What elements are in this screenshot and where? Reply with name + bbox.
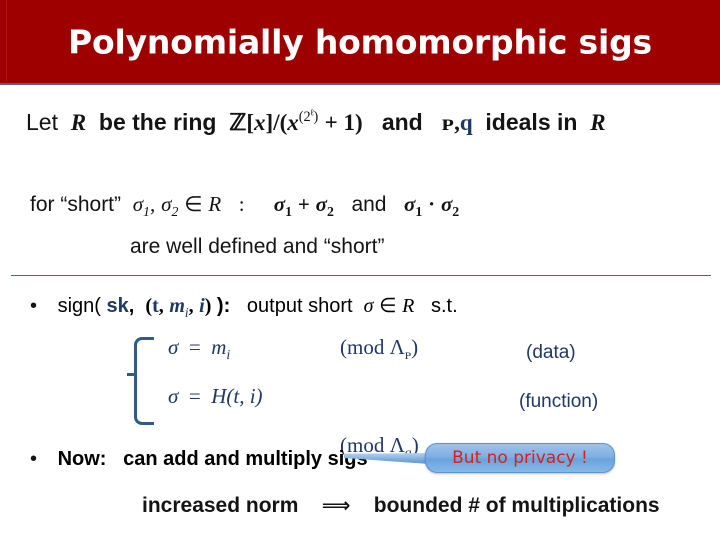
- eq1-equals: =: [188, 335, 201, 359]
- norm-implication-line: increased norm ⟹ bounded # of multiplica…: [142, 493, 660, 518]
- well-defined-line: are well defined and “short”: [130, 235, 385, 258]
- bullet-dot-icon: •: [30, 448, 38, 470]
- line2-sum-sigma2: σ: [315, 192, 327, 216]
- line1-ideal-p: ᴩ: [441, 110, 455, 135]
- privacy-callout-label: But no privacy !: [452, 448, 588, 468]
- bottom-right: bounded # of multiplications: [373, 494, 660, 517]
- line1-bracket-open: [: [246, 110, 255, 135]
- line2-prod-sigma1: σ: [404, 192, 416, 216]
- bullet1-paren-close: ): [204, 295, 212, 317]
- page-title: Polynomially homomorphic sigs: [68, 22, 652, 61]
- bullet2-text: can add and multiply sigs: [123, 448, 368, 470]
- bullet1-close: ):: [216, 295, 231, 317]
- line1-mid: be the ring: [98, 109, 217, 135]
- equation-tag-function: (function): [519, 391, 599, 412]
- line2-sigma1: σ: [132, 192, 144, 216]
- equation-row-function: σ = H(t, i) (mod Λq): [168, 384, 419, 460]
- signature-equations-block: σ = mi (mod Λᴩ) σ = H(t, i) (mod Λq): [127, 335, 594, 460]
- line2-lead: for “short”: [30, 193, 122, 216]
- bullet1-sign-label: sign(: [57, 295, 101, 317]
- left-brace: [134, 337, 154, 425]
- line2-sigma1-sub: 1: [143, 204, 150, 220]
- line2-ring: R: [208, 192, 222, 216]
- bullet1-comma1: ,: [128, 295, 135, 317]
- bullet1-ring: R: [402, 295, 415, 317]
- line2-prod-sigma2-sub: 2: [452, 204, 460, 220]
- line1-poly-var: x: [254, 110, 266, 135]
- line1-exp-close: ): [313, 109, 319, 126]
- line2-sum-sigma1-sub: 1: [285, 204, 292, 220]
- line1-poly-var-2: x: [287, 110, 299, 135]
- short-sigma-line: for “short” σ1, σ2 ∈ R : σ1 + σ2 and σ1 …: [30, 192, 460, 220]
- line2-sum-sigma1: σ: [273, 192, 286, 216]
- eq2-sigma: σ: [168, 384, 179, 408]
- line2-and: and: [351, 193, 387, 216]
- section-divider: [11, 275, 711, 276]
- eq1-mod-close: ): [411, 335, 419, 359]
- line2-dot: ·: [428, 192, 436, 216]
- eq1-modulus: (mod Λᴩ): [340, 335, 419, 362]
- line2-sum-sigma2-sub: 2: [326, 204, 334, 220]
- left-brace-nub: [127, 373, 135, 376]
- ring-definition-line: Let R be the ring ℤ[x]/(x(2ℓ) + 1) and ᴩ…: [26, 108, 606, 136]
- implication-arrow-icon: ⟹: [321, 493, 351, 517]
- bullet1-t: t: [152, 295, 159, 317]
- line1-tail-ring: R: [590, 110, 606, 135]
- bullet1-comma2: ,: [158, 295, 164, 317]
- eq1-rhs: m: [211, 335, 227, 359]
- line1-exponent: (2ℓ): [298, 108, 319, 126]
- eq1-rhs-sub: i: [226, 347, 231, 363]
- bottom-left: increased norm: [142, 494, 299, 517]
- bullet-sign-algorithm: • sign( sk, (t, mi, i) ): output short σ…: [30, 293, 458, 319]
- bullet1-m: m: [169, 295, 185, 317]
- eq1-mod-text: (mod Λ: [340, 335, 405, 359]
- line2-sigma2: σ: [161, 192, 172, 216]
- bullet-now-line: • Now: can add and multiply sigs: [30, 448, 368, 471]
- bullet2-label: Now:: [57, 448, 107, 470]
- line2-comma: ,: [149, 192, 156, 216]
- slide-body: Let R be the ring ℤ[x]/(x(2ℓ) + 1) and ᴩ…: [0, 85, 720, 540]
- line1-integers-symbol: ℤ: [229, 110, 247, 135]
- line1-and: and: [381, 109, 423, 135]
- line2-member-symbol: ∈: [184, 192, 203, 216]
- slide-title-bar: Polynomially homomorphic sigs: [0, 0, 720, 85]
- bullet1-st: s.t.: [430, 295, 458, 317]
- line2-sigma2-sub: 2: [171, 204, 179, 220]
- bullet1-comma3: ,: [188, 295, 194, 317]
- bullet1-member-symbol: ∈: [379, 295, 397, 317]
- eq1-sigma: σ: [168, 335, 179, 359]
- bullet1-output: output short: [246, 295, 353, 317]
- line1-plus-one: + 1): [324, 110, 363, 135]
- equation-tag-data: (data): [526, 342, 576, 363]
- line1-lead: Let: [26, 109, 58, 135]
- line2-colon: :: [238, 192, 245, 216]
- bullet-dot-icon: •: [30, 295, 38, 317]
- line1-tail: ideals in: [485, 109, 578, 135]
- line1-quotient: /(: [273, 110, 288, 135]
- line1-ring-var: R: [70, 110, 87, 135]
- eq2-equals: =: [188, 384, 201, 408]
- privacy-callout[interactable]: But no privacy !: [425, 443, 615, 473]
- bullet1-sigma: σ: [363, 295, 374, 317]
- line1-ideal-q: q: [459, 110, 473, 135]
- line2-prod-sigma1-sub: 1: [415, 204, 423, 220]
- equation-row-data: σ = mi (mod Λᴩ): [168, 335, 418, 363]
- line2-plus: +: [297, 192, 310, 216]
- bullet1-sk: sk: [106, 295, 129, 317]
- line1-exp-open: (2: [298, 109, 311, 126]
- line2-prod-sigma2: σ: [440, 192, 453, 216]
- eq2-rhs: H(t, i): [211, 384, 263, 408]
